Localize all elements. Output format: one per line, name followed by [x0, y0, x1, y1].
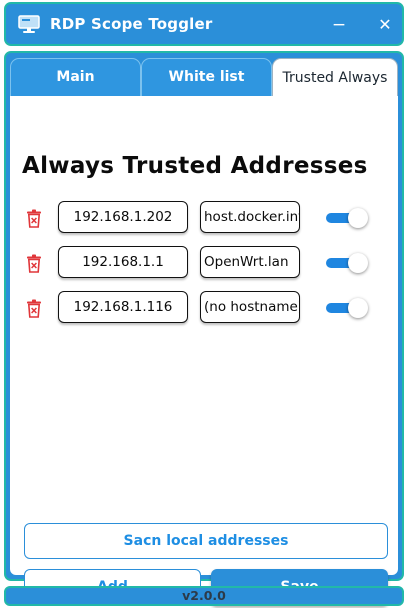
- enabled-toggle[interactable]: [326, 208, 368, 228]
- tab-trusted-always[interactable]: Trusted Always: [272, 58, 398, 98]
- list-item: [10, 246, 398, 280]
- version-label: v2.0.0: [182, 588, 226, 603]
- ip-field[interactable]: [58, 291, 188, 323]
- tab-white-list[interactable]: White list: [141, 58, 272, 98]
- scan-local-addresses-button[interactable]: Sacn local addresses: [24, 523, 388, 559]
- page-title: Always Trusted Addresses: [22, 153, 368, 179]
- tab-main[interactable]: Main: [10, 58, 141, 98]
- version-bar: v2.0.0: [4, 586, 404, 606]
- trash-icon[interactable]: [26, 299, 42, 318]
- ip-field[interactable]: [58, 201, 188, 233]
- hostname-field[interactable]: [200, 291, 300, 323]
- trash-icon[interactable]: [26, 254, 42, 273]
- toggle-knob: [348, 298, 368, 318]
- title-bar: RDP Scope Toggler − ✕: [4, 2, 404, 46]
- toggle-knob: [348, 208, 368, 228]
- tab-content: Always Trusted Addresses 192.168.1.202 h…: [10, 96, 398, 606]
- hostname-field[interactable]: [200, 201, 300, 233]
- monitor-icon: [18, 15, 40, 33]
- main-panel: Main White list Trusted Always Always Tr…: [4, 51, 404, 606]
- enabled-toggle[interactable]: [326, 253, 368, 273]
- close-button[interactable]: ✕: [374, 14, 396, 36]
- window-title: RDP Scope Toggler: [50, 15, 213, 33]
- minimize-button[interactable]: −: [328, 14, 350, 36]
- toggle-knob: [348, 253, 368, 273]
- list-item: [10, 201, 398, 235]
- enabled-toggle[interactable]: [326, 298, 368, 318]
- list-item: [10, 291, 398, 325]
- trash-icon[interactable]: [26, 209, 42, 228]
- ip-field[interactable]: [58, 246, 188, 278]
- hostname-field[interactable]: [200, 246, 300, 278]
